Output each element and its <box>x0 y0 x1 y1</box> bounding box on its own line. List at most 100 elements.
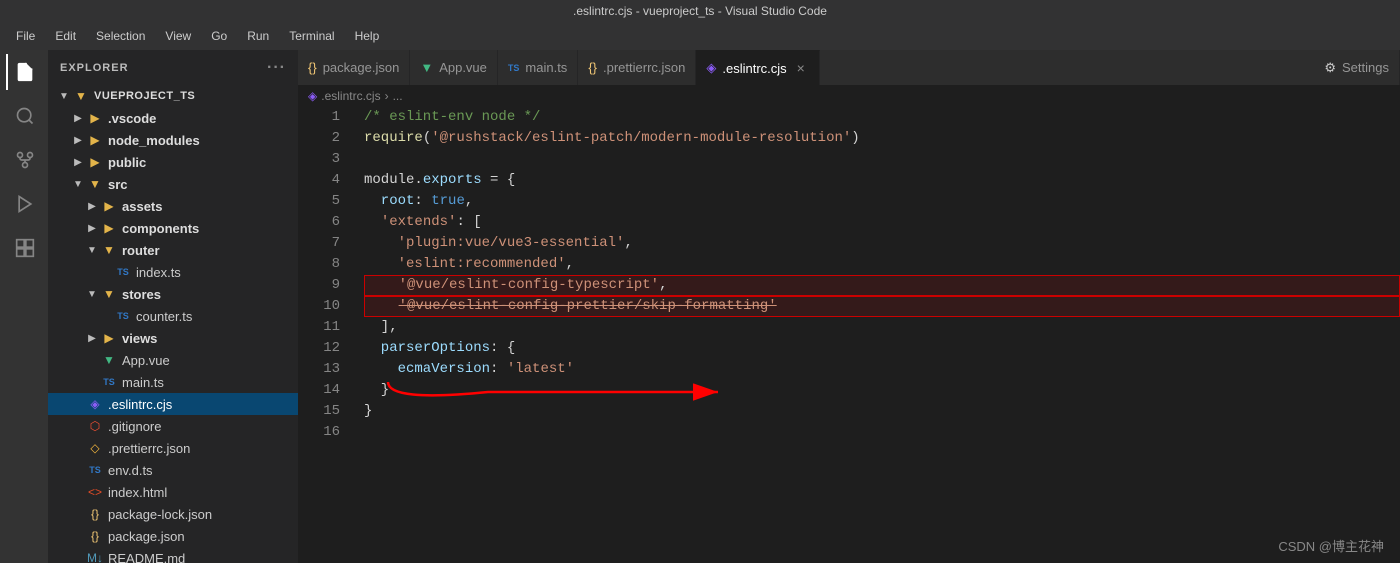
file-icon-views: ▶ <box>100 331 118 345</box>
menu-item-run[interactable]: Run <box>239 26 277 46</box>
code-line-9: '@vue/eslint-config-typescript', <box>364 275 1400 296</box>
menu-item-view[interactable]: View <box>157 26 199 46</box>
line-number-10: 10 <box>298 296 340 317</box>
file-label-env-d-ts: env.d.ts <box>108 463 153 478</box>
code-editor[interactable]: 12345678910111213141516 /* eslint-env no… <box>298 107 1400 563</box>
line-number-1: 1 <box>298 107 340 128</box>
file-label-views: views <box>122 331 157 346</box>
sidebar-item-readme[interactable]: M↓ README.md <box>48 547 298 563</box>
tab-prettierrc-json[interactable]: {}.prettierrc.json <box>578 50 696 85</box>
source-control-icon[interactable] <box>6 142 42 178</box>
code-line-13: ecmaVersion: 'latest' <box>364 359 1400 380</box>
file-icon-package-lock: {} <box>86 507 104 521</box>
code-line-4: module.exports = { <box>364 170 1400 191</box>
file-icon-env-d-ts: TS <box>86 465 104 475</box>
sidebar-item-index-html[interactable]: <>index.html <box>48 481 298 503</box>
sidebar-item-stores[interactable]: ▼▼stores <box>48 283 298 305</box>
tree-arrow-views: ▶ <box>84 333 100 344</box>
file-label-app-vue: App.vue <box>122 353 170 368</box>
file-icon-package-json: {} <box>86 529 104 543</box>
file-icon-public: ▶ <box>86 155 104 169</box>
file-label-src: src <box>108 177 128 192</box>
explorer-icon[interactable] <box>6 54 42 90</box>
tree-arrow-vscode: ▶ <box>70 113 86 124</box>
menu-item-terminal[interactable]: Terminal <box>281 26 342 46</box>
tab-app-vue[interactable]: ▼App.vue <box>410 50 498 85</box>
file-label-node_modules: node_modules <box>108 133 200 148</box>
file-label-assets: assets <box>122 199 162 214</box>
line-number-5: 5 <box>298 191 340 212</box>
file-tree: ▼▼VUEPROJECT_TS▶▶.vscode▶▶node_modules▶▶… <box>48 85 298 563</box>
tab-label-main-ts: main.ts <box>525 60 567 75</box>
sidebar-item-eslintrc[interactable]: ◈.eslintrc.cjs <box>48 393 298 415</box>
tree-arrow-src: ▼ <box>70 179 86 190</box>
sidebar-item-index-ts[interactable]: TSindex.ts <box>48 261 298 283</box>
sidebar-item-env-d-ts[interactable]: TS env.d.ts <box>48 459 298 481</box>
file-icon-vscode: ▶ <box>86 111 104 125</box>
tab-icon-prettierrc-json: {} <box>588 60 597 75</box>
sidebar-item-package-lock[interactable]: {}package-lock.json <box>48 503 298 525</box>
run-debug-icon[interactable] <box>6 186 42 222</box>
tab-main-ts[interactable]: TSmain.ts <box>498 50 578 85</box>
file-icon-prettierrc: ◇ <box>86 441 104 455</box>
sidebar-item-package-json[interactable]: {} package.json <box>48 525 298 547</box>
titlebar-text: .eslintrc.cjs - vueproject_ts - Visual S… <box>573 4 827 18</box>
breadcrumb: ◈ .eslintrc.cjs › ... <box>298 85 1400 107</box>
sidebar-item-src[interactable]: ▼▼src <box>48 173 298 195</box>
file-label-components: components <box>122 221 199 236</box>
tab-close-eslintrc-cjs[interactable]: × <box>793 60 809 76</box>
menu-item-file[interactable]: File <box>8 26 43 46</box>
line-number-12: 12 <box>298 338 340 359</box>
sidebar-item-components[interactable]: ▶▶components <box>48 217 298 239</box>
line-number-2: 2 <box>298 128 340 149</box>
tab-eslintrc-cjs[interactable]: ◈.eslintrc.cjs× <box>696 50 819 85</box>
file-label-package-json: package.json <box>108 529 185 544</box>
code-line-8: 'eslint:recommended', <box>364 254 1400 275</box>
file-label-router: router <box>122 243 160 258</box>
sidebar-item-vscode[interactable]: ▶▶.vscode <box>48 107 298 129</box>
sidebar-item-views[interactable]: ▶▶ views <box>48 327 298 349</box>
eslint-breadcrumb-icon: ◈ <box>308 89 317 103</box>
line-number-3: 3 <box>298 149 340 170</box>
ellipsis-icon[interactable]: ··· <box>267 59 286 77</box>
activity-bar <box>0 50 48 563</box>
tree-arrow-node_modules: ▶ <box>70 135 86 146</box>
tab-label-package-json: package.json <box>323 60 400 75</box>
extensions-icon[interactable] <box>6 230 42 266</box>
sidebar-item-router[interactable]: ▼▼router <box>48 239 298 261</box>
file-label-counter-ts: counter.ts <box>136 309 192 324</box>
sidebar-item-gitignore[interactable]: ⬡.gitignore <box>48 415 298 437</box>
file-label-public: public <box>108 155 146 170</box>
menu-item-edit[interactable]: Edit <box>47 26 84 46</box>
file-icon-readme: M↓ <box>86 551 104 563</box>
file-icon-router: ▼ <box>100 243 118 257</box>
file-icon-app-vue: ▼ <box>100 353 118 367</box>
code-line-10: '@vue/eslint-config-prettier/skip-format… <box>364 296 1400 317</box>
code-lines: /* eslint-env node */require('@rushstack… <box>348 107 1400 563</box>
breadcrumb-file: .eslintrc.cjs <box>321 89 380 103</box>
sidebar-item-main-ts[interactable]: TSmain.ts <box>48 371 298 393</box>
sidebar-item-vueproject[interactable]: ▼▼VUEPROJECT_TS <box>48 85 298 107</box>
tab-bar: {}package.json▼App.vueTSmain.ts{}.pretti… <box>298 50 1400 85</box>
sidebar-item-assets[interactable]: ▶▶assets <box>48 195 298 217</box>
menu-item-go[interactable]: Go <box>203 26 235 46</box>
sidebar-item-app-vue[interactable]: ▼ App.vue <box>48 349 298 371</box>
file-icon-stores: ▼ <box>100 287 118 301</box>
sidebar-item-public[interactable]: ▶▶public <box>48 151 298 173</box>
sidebar-item-counter-ts[interactable]: TS counter.ts <box>48 305 298 327</box>
search-icon[interactable] <box>6 98 42 134</box>
file-label-readme: README.md <box>108 551 185 563</box>
sidebar-item-prettierrc[interactable]: ◇.prettierrc.json <box>48 437 298 459</box>
menu-item-selection[interactable]: Selection <box>88 26 153 46</box>
file-icon-assets: ▶ <box>100 199 118 213</box>
tab-icon-settings: ⚙ <box>1324 60 1336 76</box>
breadcrumb-sep: › <box>385 89 389 103</box>
sidebar-item-node_modules[interactable]: ▶▶node_modules <box>48 129 298 151</box>
tab-package-json[interactable]: {}package.json <box>298 50 410 85</box>
code-line-6: 'extends': [ <box>364 212 1400 233</box>
tab-settings[interactable]: ⚙Settings <box>1314 50 1400 85</box>
menu-item-help[interactable]: Help <box>347 26 388 46</box>
line-number-14: 14 <box>298 380 340 401</box>
tab-icon-app-vue: ▼ <box>420 60 433 75</box>
file-icon-counter-ts: TS <box>114 311 132 321</box>
